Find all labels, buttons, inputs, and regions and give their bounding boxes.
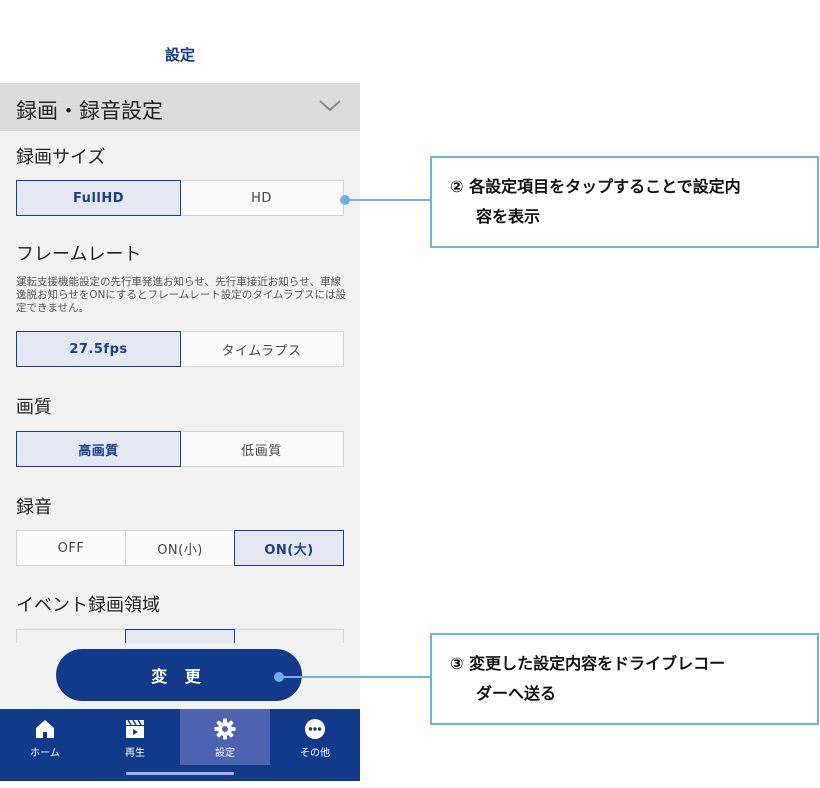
tab-other-label: その他 xyxy=(300,748,330,759)
home-icon xyxy=(36,720,54,738)
tab-bar: ホーム 再生 設定 その他 xyxy=(0,709,360,781)
audio-option-on-large[interactable]: ON(大) xyxy=(234,530,344,566)
page-title: 設定 xyxy=(164,46,195,64)
connector-line-2 xyxy=(345,199,431,201)
quality-option-low[interactable]: 低画質 xyxy=(180,432,343,466)
quality-selector: 高画質 低画質 xyxy=(16,431,344,467)
audio-label: 録音 xyxy=(16,497,52,518)
more-icon xyxy=(305,719,325,739)
frame-rate-note: 運転支援機能設定の先行車発進お知らせ、先行車接近お知らせ、車線逸脱お知らせをON… xyxy=(16,276,346,314)
callout-2: ② 各設定項目をタップすることで設定内 容を表示 xyxy=(430,156,819,248)
event-area-label: イベント録画領域 xyxy=(16,595,160,616)
quality-option-high[interactable]: 高画質 xyxy=(16,431,181,467)
audio-option-off[interactable]: OFF xyxy=(17,531,126,565)
page: { "header": { "title": "設定" }, "section"… xyxy=(0,0,820,788)
callout-3: ③ 変更した設定内容をドライブレコー ダーへ送る xyxy=(430,633,819,725)
tab-playback-label: 再生 xyxy=(125,748,145,759)
video-size-option-hd[interactable]: HD xyxy=(180,181,343,215)
tab-other[interactable]: その他 xyxy=(270,709,360,765)
tab-settings[interactable]: 設定 xyxy=(180,709,270,765)
tab-settings-label: 設定 xyxy=(215,748,235,759)
event-area-selector[interactable] xyxy=(16,629,344,643)
audio-selector: OFF ON(小) ON(大) xyxy=(16,530,344,566)
callout-2-line2: 容を表示 xyxy=(476,207,541,226)
quality-label: 画質 xyxy=(16,397,52,418)
video-size-option-fullhd[interactable]: FullHD xyxy=(16,180,181,216)
gear-icon xyxy=(214,718,236,740)
frame-rate-label: フレームレート xyxy=(16,244,142,265)
apply-button[interactable]: 変 更 xyxy=(56,649,302,701)
chevron-down-icon[interactable] xyxy=(318,99,342,113)
clapperboard-icon xyxy=(126,719,144,738)
callout-3-line2: ダーへ送る xyxy=(476,684,557,703)
home-indicator xyxy=(126,772,234,775)
frame-rate-option-27-5fps[interactable]: 27.5fps xyxy=(16,331,181,367)
callout-2-line1: ② 各設定項目をタップすることで設定内 xyxy=(450,177,741,196)
connector-line-3 xyxy=(279,676,431,678)
video-size-label: 録画サイズ xyxy=(16,147,106,168)
frame-rate-selector: 27.5fps タイムラプス xyxy=(16,331,344,367)
video-size-selector: FullHD HD xyxy=(16,180,344,216)
tab-playback[interactable]: 再生 xyxy=(90,709,180,765)
audio-option-on-small[interactable]: ON(小) xyxy=(126,531,235,565)
event-area-option-selected[interactable] xyxy=(125,629,235,643)
tab-home[interactable]: ホーム xyxy=(0,709,90,765)
section-title: 録画・録音設定 xyxy=(16,99,163,123)
section-header-recording[interactable]: 録画・録音設定 xyxy=(0,83,360,131)
frame-rate-option-timelapse[interactable]: タイムラプス xyxy=(180,332,343,366)
tab-home-label: ホーム xyxy=(30,748,60,759)
callout-3-line1: ③ 変更した設定内容をドライブレコー xyxy=(450,654,726,673)
